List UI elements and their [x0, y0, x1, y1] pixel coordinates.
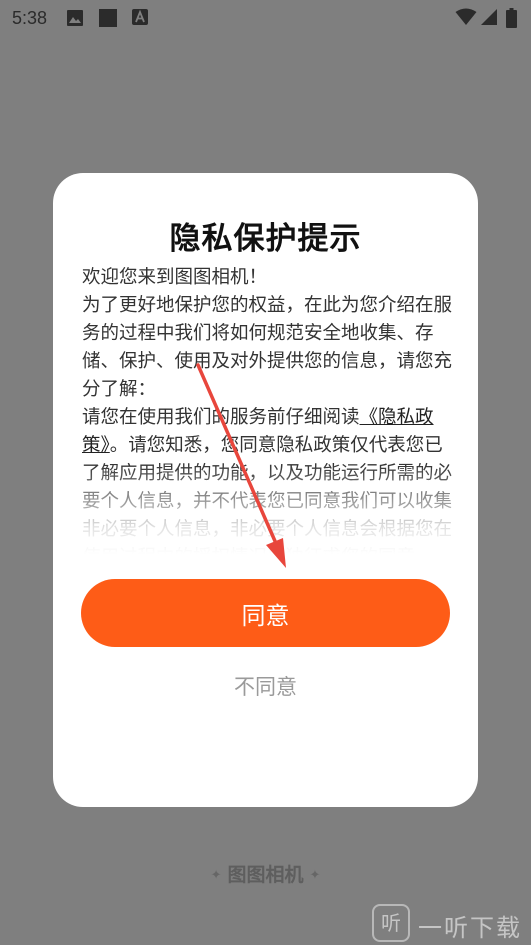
brand-name: 图图相机 — [227, 864, 304, 886]
privacy-dialog: 隐私保护提示 欢迎您来到图图相机！ 为了更好地保护您的权益，在此为您介绍在服务的… — [53, 173, 478, 807]
dialog-content: 欢迎您来到图图相机！ 为了更好地保护您的权益，在此为您介绍在服务的过程中我们将如… — [82, 264, 453, 554]
watermark-text: 一听下载 — [418, 914, 522, 942]
signal-icon — [481, 9, 497, 25]
sparkle-icon: ✦ — [210, 868, 222, 883]
font-icon — [132, 9, 148, 25]
watermark-logo-icon: 听 — [372, 904, 410, 942]
disagree-button[interactable]: 不同意 — [53, 671, 478, 701]
content-fade — [82, 464, 453, 554]
sparkle-icon: ✦ — [309, 868, 321, 883]
image-icon — [67, 10, 83, 26]
app-brand: ✦ 图图相机 ✦ — [0, 860, 531, 887]
welcome-text: 欢迎您来到图图相机！ — [82, 267, 268, 288]
read-prompt: 请您在使用我们的服务前仔细阅读 — [82, 407, 360, 428]
intro-text: 为了更好地保护您的权益，在此为您介绍在服务的过程中我们将如何规范安全地收集、存储… — [82, 295, 453, 400]
square-icon — [99, 9, 117, 27]
dialog-title: 隐私保护提示 — [169, 221, 362, 257]
battery-icon — [506, 8, 517, 28]
wifi-icon — [455, 8, 477, 25]
status-time: 5:38 — [12, 8, 48, 28]
agree-button[interactable]: 同意 — [81, 579, 450, 647]
status-bar: 5:38 — [0, 0, 531, 36]
watermark: 听 一听下载 — [372, 898, 531, 945]
